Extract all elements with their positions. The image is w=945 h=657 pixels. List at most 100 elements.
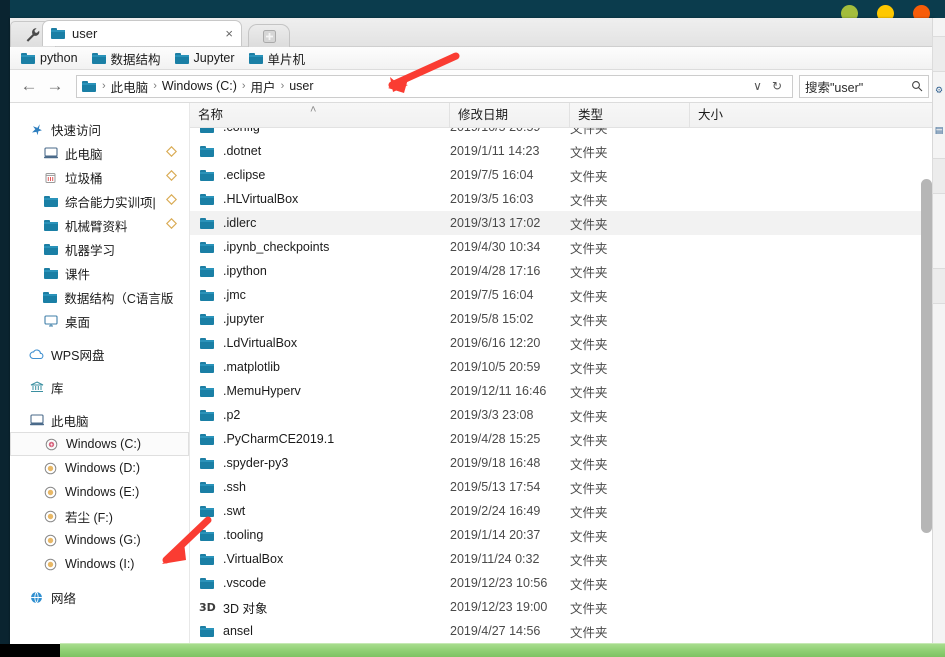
breadcrumb-item-3[interactable]: user: [286, 79, 316, 93]
nav-network[interactable]: 网络: [10, 585, 189, 609]
folder-icon: [42, 244, 59, 255]
edge-tab-3[interactable]: [932, 268, 945, 304]
folder-icon: [198, 506, 216, 517]
table-row[interactable]: .VirtualBox 2019/11/24 0:32 文件夹: [190, 547, 935, 571]
close-icon[interactable]: ×: [225, 27, 233, 40]
file-type: 文件夹: [570, 166, 690, 185]
nav-drive-c[interactable]: Windows (C:): [10, 432, 189, 456]
nav-drive-i[interactable]: Windows (I:): [10, 552, 189, 576]
pin-icon[interactable]: [166, 146, 177, 160]
table-row[interactable]: .HLVirtualBox 2019/3/5 16:03 文件夹: [190, 187, 935, 211]
file-date: 2019/2/24 16:49: [450, 504, 570, 518]
nav-item-courseware[interactable]: 课件: [10, 261, 189, 285]
forward-button[interactable]: →: [42, 73, 68, 99]
folder-icon: [198, 146, 216, 157]
bookmark-danpianji[interactable]: 单片机: [244, 48, 311, 69]
breadcrumb[interactable]: › 此电脑 › Windows (C:) › 用户 › user ∨ ↻: [76, 75, 793, 98]
nav-libraries[interactable]: 库: [10, 375, 189, 399]
nav-wps-cloud[interactable]: WPS网盘: [10, 342, 189, 366]
edge-tab-2[interactable]: [932, 158, 945, 194]
nav-item-data-structures[interactable]: 数据结构（C语言版: [10, 285, 189, 309]
nav-drive-g[interactable]: Windows (G:): [10, 528, 189, 552]
folder-icon: [42, 292, 58, 303]
vertical-scrollbar[interactable]: [921, 129, 932, 644]
file-type: 文件夹: [570, 502, 690, 521]
back-button[interactable]: ←: [16, 73, 42, 99]
edge-icon-1[interactable]: ⚙: [933, 86, 945, 95]
scrollbar-thumb[interactable]: [921, 179, 932, 533]
folder-icon: [198, 386, 216, 397]
nav-item-this-pc[interactable]: 此电脑: [10, 141, 189, 165]
table-row-selected[interactable]: .idlerc 2019/3/13 17:02 文件夹: [190, 211, 935, 235]
table-row[interactable]: ansel 2019/4/27 14:56 文件夹: [190, 619, 935, 643]
table-row[interactable]: .jmc 2019/7/5 16:04 文件夹: [190, 283, 935, 307]
breadcrumb-item-1[interactable]: Windows (C:): [159, 79, 240, 93]
library-icon: [28, 381, 45, 393]
table-row[interactable]: 3D 3D 对象 2019/12/23 19:00 文件夹: [190, 595, 935, 619]
tab-user[interactable]: user ×: [42, 20, 242, 46]
table-row[interactable]: .spyder-py3 2019/9/18 16:48 文件夹: [190, 451, 935, 475]
nav-item-comprehensive-project[interactable]: 综合能力实训项|: [10, 189, 189, 213]
nav-item-machine-learning[interactable]: 机器学习: [10, 237, 189, 261]
file-date: 2019/5/13 17:54: [450, 480, 570, 494]
svg-text:3D: 3D: [199, 601, 216, 613]
table-row[interactable]: .config 2019/10/5 20:59 文件夹: [190, 128, 935, 139]
table-row[interactable]: .tooling 2019/1/14 20:37 文件夹: [190, 523, 935, 547]
navigation-pane: 快速访问 此电脑 垃圾桶: [10, 103, 190, 648]
file-name: .swt: [223, 504, 245, 518]
nav-label: 网络: [51, 588, 76, 607]
pin-icon[interactable]: [166, 218, 177, 232]
bookmark-shujujiegou[interactable]: 数据结构: [87, 48, 166, 69]
table-row[interactable]: .MemuHyperv 2019/12/11 16:46 文件夹: [190, 379, 935, 403]
table-row[interactable]: .ipynb_checkpoints 2019/4/30 10:34 文件夹: [190, 235, 935, 259]
nav-drive-e[interactable]: Windows (E:): [10, 480, 189, 504]
table-row[interactable]: .swt 2019/2/24 16:49 文件夹: [190, 499, 935, 523]
file-name: .MemuHyperv: [223, 384, 301, 398]
column-header-name[interactable]: 名称 ˄: [190, 103, 450, 127]
nav-item-recycle-bin[interactable]: 垃圾桶: [10, 165, 189, 189]
folder-icon: [21, 53, 35, 64]
search-input[interactable]: 搜索"user": [799, 75, 929, 98]
nav-drive-f[interactable]: 若尘 (F:): [10, 504, 189, 528]
nav-drive-d[interactable]: Windows (D:): [10, 456, 189, 480]
breadcrumb-item-0[interactable]: 此电脑: [108, 77, 152, 96]
folder-icon: [198, 482, 216, 493]
column-header-date[interactable]: 修改日期: [450, 103, 570, 127]
table-row[interactable]: .vscode 2019/12/23 10:56 文件夹: [190, 571, 935, 595]
table-row[interactable]: .LdVirtualBox 2019/6/16 12:20 文件夹: [190, 331, 935, 355]
table-row[interactable]: .dotnet 2019/1/11 14:23 文件夹: [190, 139, 935, 163]
file-type: 文件夹: [570, 598, 690, 617]
table-row[interactable]: .ipython 2019/4/28 17:16 文件夹: [190, 259, 935, 283]
nav-item-robot-arm-materials[interactable]: 机械臂资料: [10, 213, 189, 237]
file-type: 文件夹: [570, 142, 690, 161]
nav-item-desktop[interactable]: 桌面: [10, 309, 189, 333]
nav-this-pc-root[interactable]: 此电脑: [10, 408, 189, 432]
table-row[interactable]: .ssh 2019/5/13 17:54 文件夹: [190, 475, 935, 499]
column-header-size[interactable]: 大小: [690, 103, 790, 127]
nav-quick-access[interactable]: 快速访问: [10, 117, 189, 141]
folder-icon: [198, 194, 216, 205]
bookmark-jupyter[interactable]: Jupyter: [170, 50, 240, 66]
edge-icon-2[interactable]: ▤: [933, 126, 945, 135]
edge-tab-1[interactable]: [932, 36, 945, 72]
refresh-icon[interactable]: ↻: [767, 79, 787, 93]
breadcrumb-item-2[interactable]: 用户: [248, 77, 279, 96]
nav-label: 此电脑: [51, 411, 89, 430]
table-row[interactable]: .p2 2019/3/3 23:08 文件夹: [190, 403, 935, 427]
folder-icon: [198, 266, 216, 277]
table-row[interactable]: .PyCharmCE2019.1 2019/4/28 15:25 文件夹: [190, 427, 935, 451]
new-tab-button[interactable]: [248, 24, 290, 47]
bookmark-label: Jupyter: [194, 51, 235, 65]
pin-icon[interactable]: [166, 194, 177, 208]
table-row[interactable]: .eclipse 2019/7/5 16:04 文件夹: [190, 163, 935, 187]
plus-icon: [263, 30, 276, 43]
pin-icon[interactable]: [166, 170, 177, 184]
file-name: .jupyter: [223, 312, 264, 326]
table-row[interactable]: .matplotlib 2019/10/5 20:59 文件夹: [190, 355, 935, 379]
chevron-down-icon[interactable]: ∨: [748, 79, 767, 93]
folder-icon: [198, 458, 216, 469]
bookmark-python[interactable]: python: [16, 50, 83, 66]
column-header-type[interactable]: 类型: [570, 103, 690, 127]
table-row[interactable]: .jupyter 2019/5/8 15:02 文件夹: [190, 307, 935, 331]
network-icon: [28, 591, 45, 604]
